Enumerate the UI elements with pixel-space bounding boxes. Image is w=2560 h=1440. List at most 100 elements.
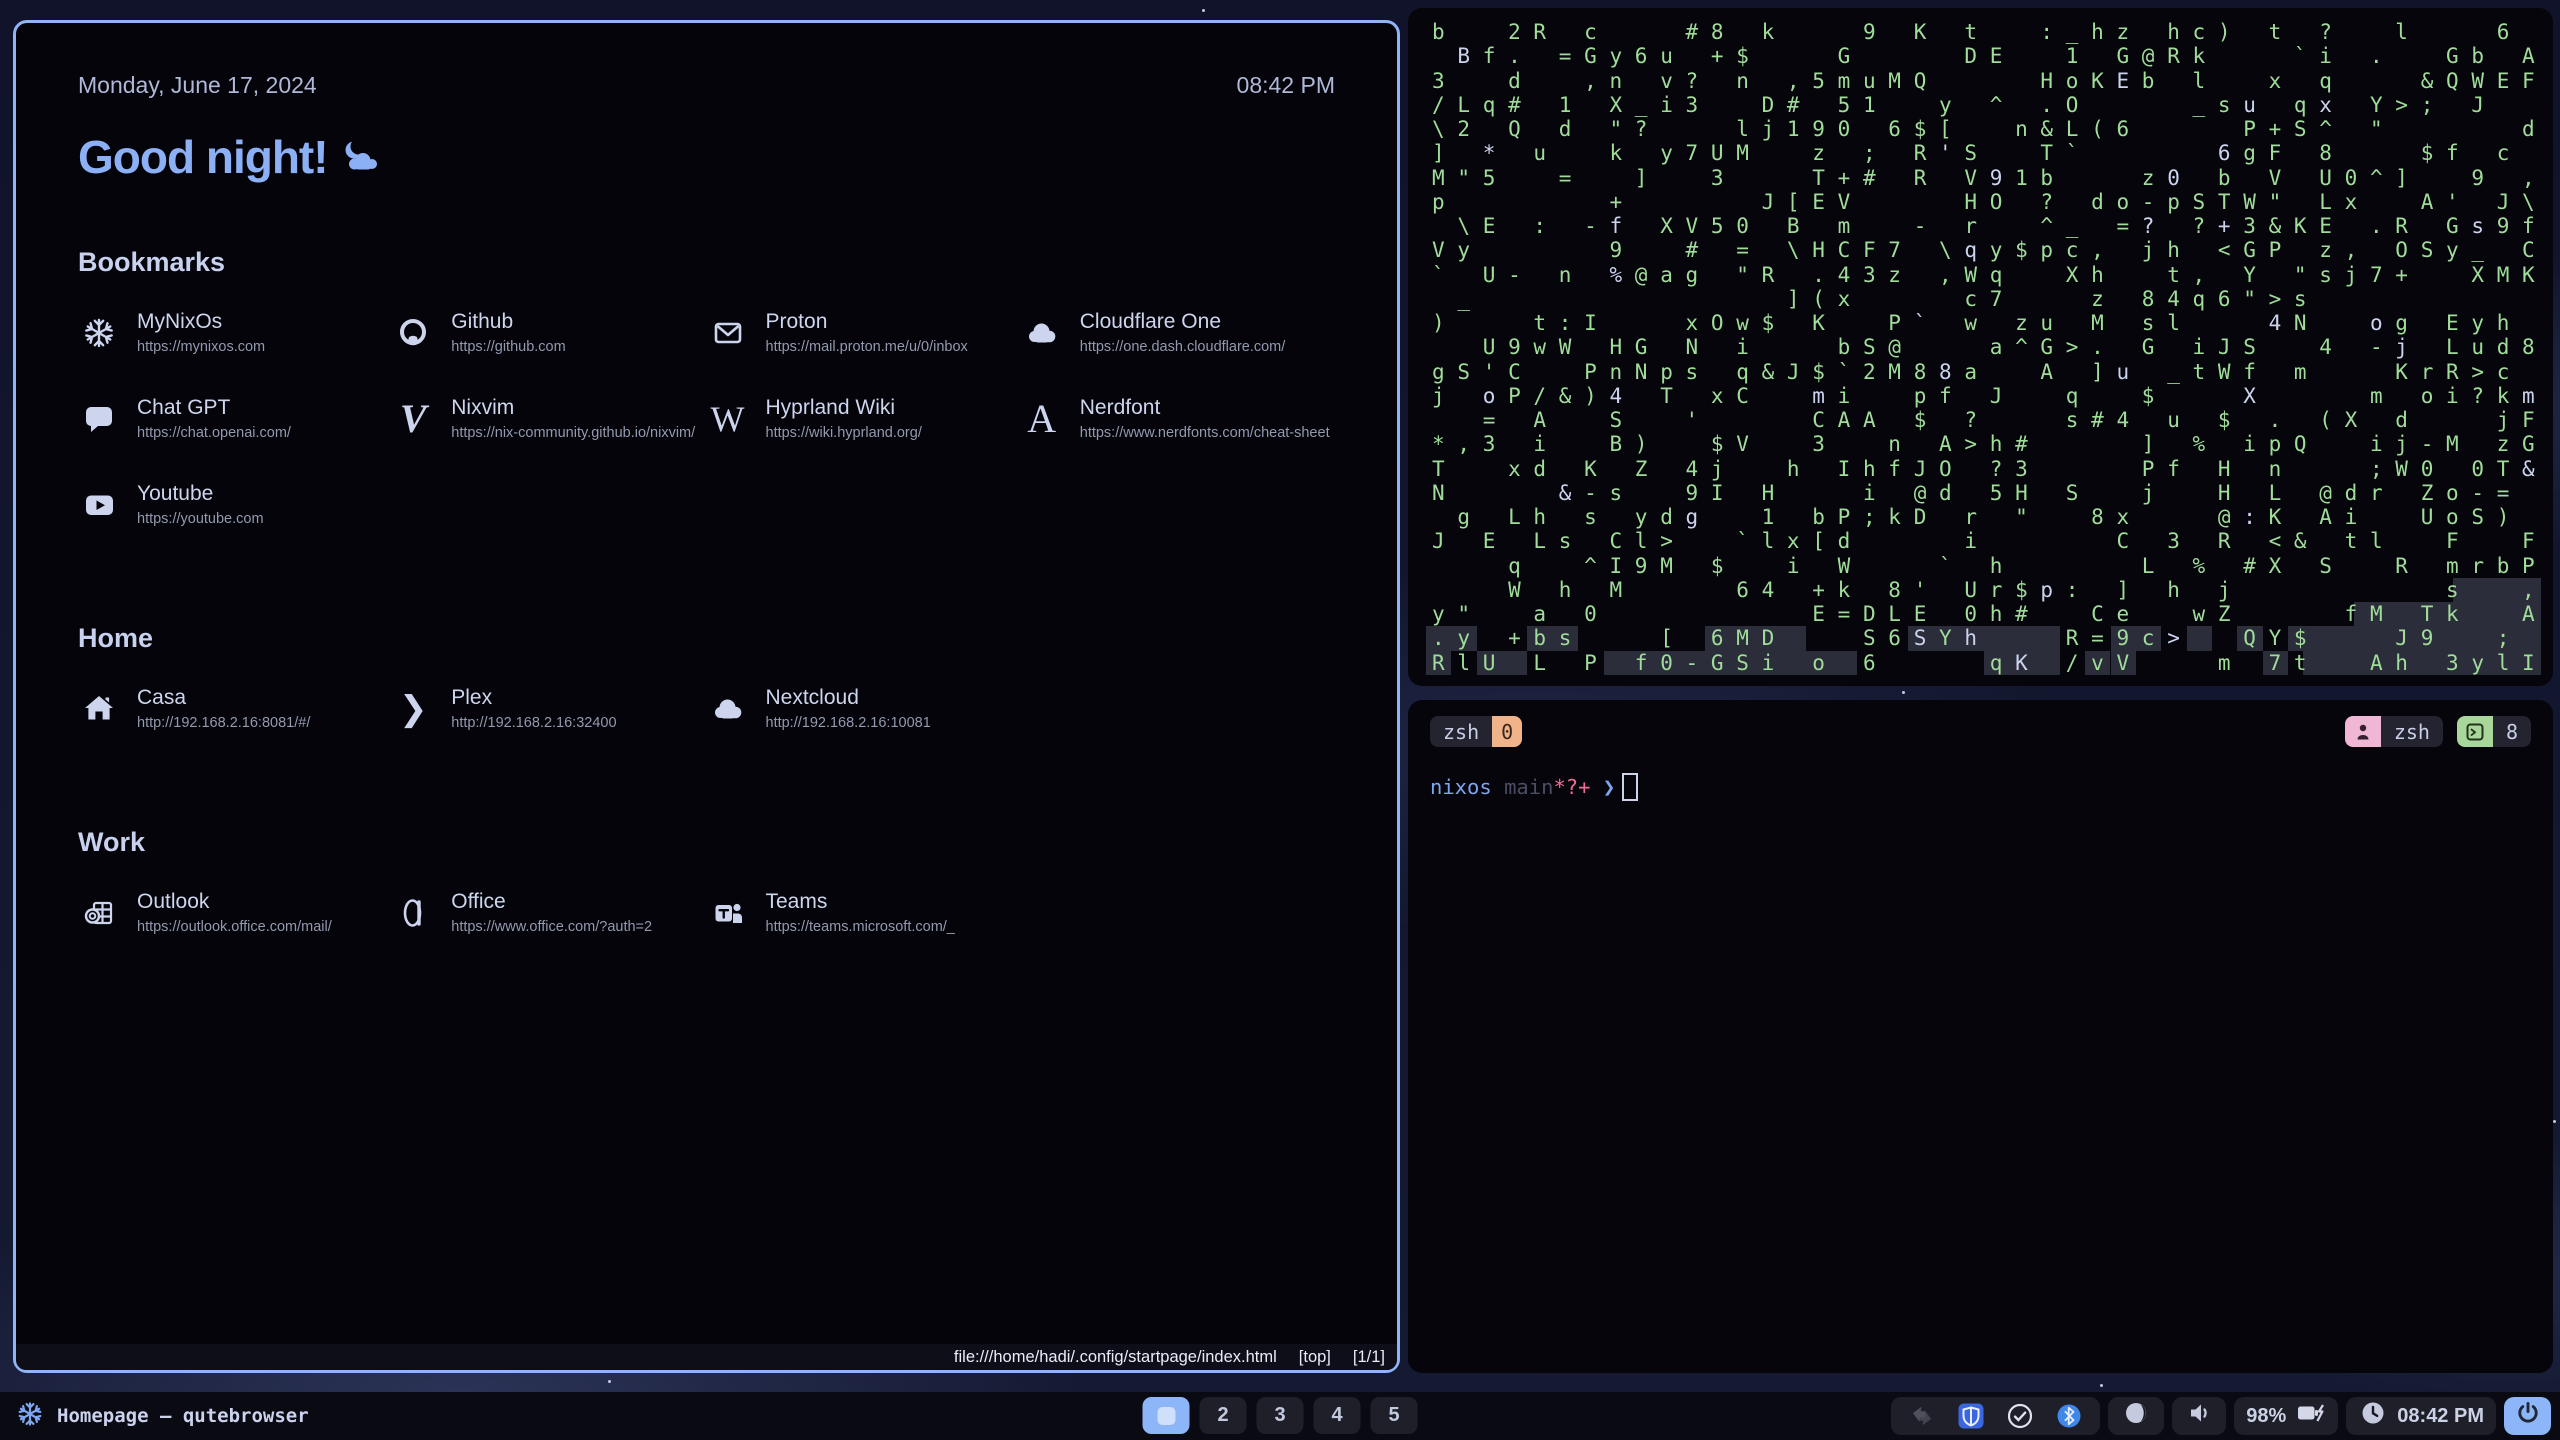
bookmark-item-youtube[interactable]: Youtube https://youtube.com: [78, 477, 392, 533]
bookmark-name: Nextcloud: [766, 687, 931, 709]
active-window-title: Homepage — qutebrowser: [57, 1405, 309, 1427]
bookmark-url: http://192.168.2.16:10081: [766, 716, 931, 731]
bookmark-name: Hyprland Wiki: [766, 397, 922, 419]
power-icon: [2513, 1398, 2543, 1434]
prompt-host: nixos: [1430, 774, 1492, 800]
workspace-switcher: 2345: [1143, 1397, 1418, 1434]
battery-charging-icon: [2295, 1398, 2326, 1434]
bookmark-url: https://youtube.com: [137, 512, 264, 527]
moon-icon: [2120, 1398, 2152, 1434]
zellij-tab[interactable]: zsh 0: [1430, 716, 1522, 747]
check-circle-icon[interactable]: [2003, 1399, 2037, 1433]
taskbar: Homepage — qutebrowser 2345 98% 08:42 PM: [0, 1392, 2560, 1440]
workspace-button-active[interactable]: [1143, 1397, 1190, 1434]
tab-index-badge: 0: [1492, 716, 1522, 747]
bookmark-item-cloudflare-one[interactable]: Cloudflare One https://one.dash.cloudfla…: [1021, 305, 1335, 361]
section-title-bookmarks: Bookmarks: [78, 245, 1335, 279]
session-shell-label: zsh: [2381, 716, 2443, 747]
chat-bubble-icon: [78, 402, 120, 436]
battery-widget[interactable]: 98%: [2234, 1397, 2338, 1435]
section-title-home: Home: [78, 621, 1335, 655]
wikipedia-w-icon: W: [707, 402, 749, 436]
shell-prompt[interactable]: nixos main*?+ ❯: [1430, 773, 2531, 801]
bookmark-sections: Bookmarks MyNixOs https://mynixos.com Gi…: [78, 245, 1335, 941]
bookmark-name: Casa: [137, 687, 310, 709]
terminal-cursor: [1622, 773, 1638, 801]
bookmark-item-nerdfont[interactable]: A Nerdfont https://www.nerdfonts.com/che…: [1021, 391, 1335, 447]
prompt-git-branch: main: [1504, 774, 1553, 800]
workspace-button-3[interactable]: 3: [1257, 1397, 1304, 1434]
bookmark-url: https://github.com: [451, 340, 565, 355]
bookmark-url: https://www.office.com/?auth=2: [451, 920, 652, 935]
workspace-button-2[interactable]: 2: [1200, 1397, 1247, 1434]
bookmark-item-chat-gpt[interactable]: Chat GPT https://chat.openai.com/: [78, 391, 392, 447]
bookmark-item-nextcloud[interactable]: Nextcloud http://192.168.2.16:10081: [707, 681, 1021, 737]
workspace-button-5[interactable]: 5: [1371, 1397, 1418, 1434]
bookmark-item-proton[interactable]: Proton https://mail.proton.me/u/0/inbox: [707, 305, 1021, 361]
bookmark-item-office[interactable]: Office https://www.office.com/?auth=2: [392, 885, 706, 941]
workspace-button-4[interactable]: 4: [1314, 1397, 1361, 1434]
section-grid: MyNixOs https://mynixos.com Github https…: [78, 305, 1335, 533]
bookmark-url: http://192.168.2.16:32400: [451, 716, 616, 731]
prompt-git-status: *?+: [1553, 774, 1590, 800]
bookmark-url: https://mynixos.com: [137, 340, 265, 355]
night-light-button[interactable]: [2108, 1397, 2164, 1435]
bookmark-item-github[interactable]: Github https://github.com: [392, 305, 706, 361]
session-user-widget: zsh: [2345, 716, 2443, 747]
bookmark-name: Chat GPT: [137, 397, 291, 419]
github-icon: [392, 316, 434, 350]
bookmark-name: Plex: [451, 687, 616, 709]
clock-widget[interactable]: 08:42 PM: [2346, 1397, 2496, 1435]
bookmark-item-outlook[interactable]: Outlook https://outlook.office.com/mail/: [78, 885, 392, 941]
session-panes-widget: 8: [2457, 716, 2531, 747]
pane-count: 8: [2493, 716, 2531, 747]
bookmark-item-nixvim[interactable]: V Nixvim https://nix-community.github.io…: [392, 391, 706, 447]
office-icon: [392, 896, 434, 930]
bookmark-url: https://mail.proton.me/u/0/inbox: [766, 340, 968, 355]
battery-percent: 98%: [2246, 1405, 2286, 1428]
volume-button[interactable]: [2172, 1397, 2226, 1435]
cloud-icon: [707, 692, 749, 726]
bookmark-name: MyNixOs: [137, 311, 265, 333]
vim-v-icon: V: [392, 402, 434, 436]
qutebrowser-window[interactable]: Monday, June 17, 2024 08:42 PM Good nigh…: [13, 20, 1400, 1373]
bookmark-name: Outlook: [137, 891, 332, 913]
bluetooth-icon[interactable]: [2052, 1399, 2086, 1433]
outlook-icon: [78, 896, 120, 930]
power-button[interactable]: [2504, 1397, 2551, 1435]
section-grid: Casa http://192.168.2.16:8081/#/❯ Plex h…: [78, 681, 1335, 737]
bitwarden-shield-icon[interactable]: [1954, 1399, 1988, 1433]
bookmark-name: Cloudflare One: [1080, 311, 1286, 333]
bookmark-url: http://192.168.2.16:8081/#/: [137, 716, 310, 731]
plex-chevron-icon: ❯: [392, 692, 434, 726]
bookmark-name: Office: [451, 891, 652, 913]
statusbar-tab-index: [1/1]: [1353, 1348, 1385, 1367]
bookmark-item-casa[interactable]: Casa http://192.168.2.16:8081/#/: [78, 681, 392, 737]
bookmark-url: https://teams.microsoft.com/_: [766, 920, 955, 935]
bookmark-name: Proton: [766, 311, 968, 333]
nixos-snowflake-icon: [78, 316, 120, 350]
bookmark-item-mynixos[interactable]: MyNixOs https://mynixos.com: [78, 305, 392, 361]
teams-icon: [707, 896, 749, 930]
sync-arrows-icon[interactable]: [1905, 1399, 1939, 1433]
bookmark-url: https://chat.openai.com/: [137, 426, 291, 441]
startpage: Monday, June 17, 2024 08:42 PM Good nigh…: [16, 23, 1397, 1344]
bookmark-item-plex[interactable]: ❯ Plex http://192.168.2.16:32400: [392, 681, 706, 737]
terminal-window-matrix-rain[interactable]: b2Rc#8k9Kt:_hzhc)t?l6Bf.=Gy6u+$GDE1G@Rk`…: [1408, 8, 2553, 686]
bookmark-item-hyprland-wiki[interactable]: W Hyprland Wiki https://wiki.hyprland.or…: [707, 391, 1021, 447]
time-text: 08:42 PM: [1237, 71, 1335, 99]
bookmark-url: https://nix-community.github.io/nixvim/: [451, 426, 695, 441]
bookmark-item-teams[interactable]: Teams https://teams.microsoft.com/_: [707, 885, 1021, 941]
clock-icon: [2358, 1398, 2388, 1434]
section-grid: Outlook https://outlook.office.com/mail/…: [78, 885, 1335, 941]
person-icon: [2345, 716, 2381, 747]
bookmark-url: https://one.dash.cloudflare.com/: [1080, 340, 1286, 355]
nixos-snowflake-icon[interactable]: [16, 1400, 44, 1433]
qutebrowser-statusbar: file:///home/hadi/.config/startpage/inde…: [16, 1344, 1397, 1370]
bookmark-url: https://wiki.hyprland.org/: [766, 426, 922, 441]
terminal-window-shell[interactable]: zsh 0 zsh 8 nixos main*?+ ❯: [1408, 700, 2553, 1373]
statusbar-scroll-position: [top]: [1299, 1348, 1331, 1367]
tab-shell-label: zsh: [1430, 716, 1492, 747]
rounded-square-icon: [1157, 1407, 1175, 1425]
system-tray: [1891, 1397, 2100, 1435]
